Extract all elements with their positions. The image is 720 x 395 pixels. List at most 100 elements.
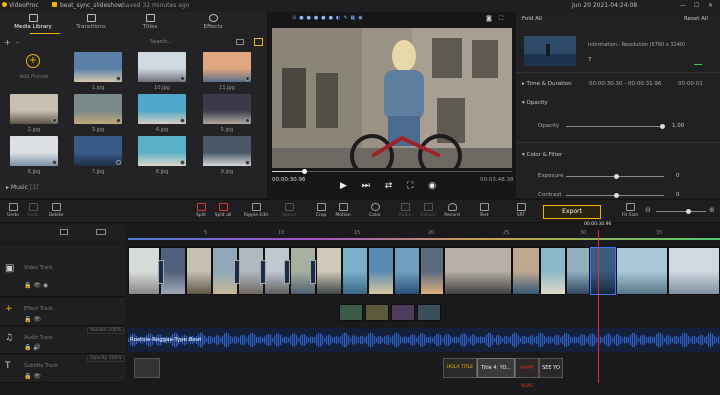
zoom-slider-knob[interactable] [686, 209, 691, 214]
video-clip[interactable] [668, 247, 720, 295]
subtitle-clip[interactable]: HOLA TITLE [443, 358, 477, 378]
snapshot-icon[interactable]: ◙ [486, 15, 492, 22]
opacity-header[interactable]: ▾ Opacity [522, 100, 548, 106]
video-clip[interactable] [186, 247, 212, 295]
media-thumbnail[interactable] [203, 52, 251, 82]
zoom-slider[interactable] [656, 209, 706, 214]
video-clip[interactable] [590, 247, 616, 295]
effect-clip[interactable] [339, 304, 363, 321]
delete-button[interactable]: Delete [43, 203, 69, 218]
split-all-button[interactable]: Split all [210, 203, 236, 218]
color-button[interactable]: Color [362, 203, 388, 218]
srt-button[interactable]: SRT [508, 203, 534, 218]
tab-media-library[interactable]: Media Library [8, 14, 58, 30]
scrubber-knob[interactable] [302, 169, 307, 174]
audio-waveform[interactable] [128, 328, 720, 352]
volume-label[interactable]: Volume 100% [87, 327, 125, 334]
opacity-label[interactable]: Opacity 100% [87, 355, 125, 362]
contrast-slider-knob[interactable] [614, 193, 619, 198]
playhead[interactable] [598, 230, 599, 383]
tab-titles[interactable]: Titles [125, 14, 175, 30]
video-clip[interactable] [368, 247, 394, 295]
video-track-controls[interactable]: 🔒 👁 ◉ [24, 282, 48, 289]
detach-button[interactable]: Detach [415, 203, 441, 218]
tab-transitions[interactable]: Transitions [66, 14, 116, 30]
opacity-value[interactable]: 1.00 [672, 123, 684, 129]
contrast-value[interactable]: 0 [676, 192, 680, 198]
record-button[interactable]: Record [439, 203, 465, 218]
media-thumbnail[interactable] [203, 136, 251, 166]
video-clip[interactable] [616, 247, 668, 295]
track-settings-icon[interactable] [96, 229, 106, 235]
contrast-slider[interactable] [566, 193, 664, 198]
zoom-in-icon[interactable]: ⊕ [709, 206, 715, 214]
fit-size-button[interactable]: Fit Size [617, 203, 643, 218]
video-clip[interactable] [394, 247, 420, 295]
video-clip[interactable] [342, 247, 368, 295]
media-thumbnail[interactable] [74, 52, 122, 82]
transition-marker[interactable] [310, 260, 316, 284]
motion-button[interactable]: Motion [330, 203, 356, 218]
fullscreen-icon[interactable]: ⛶ [499, 15, 503, 23]
minimize-button[interactable]: — [680, 2, 686, 9]
export-button[interactable]: Export [543, 205, 601, 219]
lock-all-icon[interactable] [60, 229, 68, 235]
video-clip[interactable] [420, 247, 444, 295]
media-thumbnail[interactable] [138, 52, 186, 82]
fold-all-button[interactable]: Fold All [522, 16, 542, 22]
close-button[interactable]: ✕ [708, 2, 713, 9]
color-filter-header[interactable]: ▾ Color & Filter [522, 152, 562, 158]
transition-marker[interactable] [158, 260, 164, 284]
audio-track-controls[interactable]: 🔒 🔊 [24, 344, 41, 351]
exposure-value[interactable]: 0 [676, 173, 680, 179]
video-clip[interactable] [316, 247, 342, 295]
transition-marker[interactable] [260, 260, 266, 284]
subtitle-clip[interactable] [134, 358, 160, 378]
video-clip[interactable] [128, 247, 160, 295]
effect-clip[interactable] [391, 304, 415, 321]
preview-toolbar-icons[interactable]: ⊙●●●●●◐✎▦◉ [292, 15, 366, 21]
subtitle-track-controls[interactable]: 🔒 👁 [24, 373, 41, 380]
media-thumbnail[interactable] [138, 136, 186, 166]
video-clip[interactable] [512, 247, 540, 295]
subtitle-clip[interactable]: SEE YO [539, 358, 563, 378]
subtitle-clip[interactable]: HAPPY NEWS [515, 358, 539, 388]
ripple-edit-button[interactable]: Ripple Edit [243, 203, 269, 218]
reset-all-button[interactable]: Reset All [684, 16, 708, 22]
media-thumbnail[interactable] [74, 94, 122, 124]
effect-plus-icon[interactable]: + [5, 304, 13, 314]
opacity-slider-knob[interactable] [660, 124, 665, 129]
grid-view-icon[interactable] [236, 39, 244, 45]
minus-icon[interactable]: – [16, 39, 19, 46]
speed-button[interactable]: Speed [276, 203, 302, 218]
preview-scrubber[interactable] [272, 169, 512, 174]
media-thumbnail[interactable] [138, 94, 186, 124]
video-clip[interactable] [566, 247, 590, 295]
tab-effects[interactable]: Effects [188, 14, 238, 30]
media-thumbnail[interactable] [10, 136, 58, 166]
media-thumbnail[interactable] [10, 94, 58, 124]
text-button[interactable]: Text [471, 203, 497, 218]
maximize-button[interactable]: ☐ [694, 2, 699, 9]
transition-marker[interactable] [284, 260, 290, 284]
playback-controls[interactable]: ▶ ⏭ ⇄ ⛶ ◉ [340, 181, 442, 191]
add-icon[interactable]: + [4, 38, 11, 47]
panel-toggle-icon[interactable] [254, 38, 263, 46]
time-duration-header[interactable]: ▸ Time & Duration [522, 81, 572, 87]
video-clip[interactable] [444, 247, 512, 295]
transition-marker[interactable] [234, 260, 240, 284]
exposure-slider[interactable] [566, 174, 664, 179]
media-thumbnail[interactable] [203, 94, 251, 124]
add-picture-button[interactable]: + [26, 54, 40, 68]
subtitle-clip[interactable]: Title 4: YO... [477, 358, 515, 378]
music-section-header[interactable]: ▸ Music [1] [6, 184, 38, 191]
check-icon[interactable] [694, 59, 702, 65]
video-preview[interactable] [272, 28, 512, 168]
search-input[interactable]: Search... [150, 39, 230, 47]
effect-clip[interactable] [417, 304, 441, 321]
exposure-slider-knob[interactable] [614, 174, 619, 179]
opacity-slider[interactable] [566, 124, 665, 129]
video-clip[interactable] [540, 247, 566, 295]
timeline-ruler[interactable]: 5 10 15 20 25 30 35 [128, 230, 720, 242]
effect-track-controls[interactable]: 🔒 👁 [24, 316, 41, 323]
